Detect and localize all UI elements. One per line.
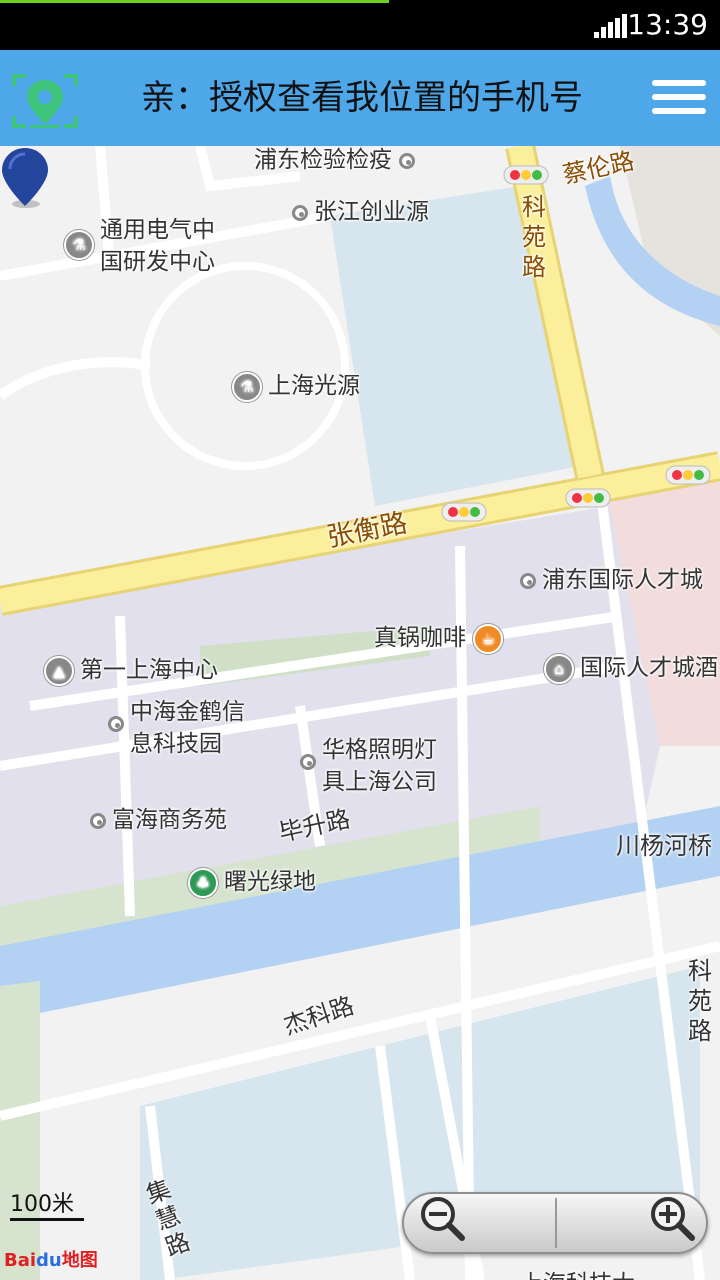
- poi-label[interactable]: ⚗ 上海光源: [232, 366, 360, 402]
- poi-label[interactable]: 浦东检验检疫: [254, 146, 421, 174]
- poi-name: 曙光绿地: [224, 869, 316, 895]
- clock: 13:39: [627, 8, 708, 41]
- baidu-map-logo: Baidu地图: [4, 1246, 98, 1272]
- poi-dot-icon: [108, 716, 124, 732]
- map-scale-bar: [10, 1218, 84, 1221]
- poi-dot-icon: [399, 152, 416, 169]
- poi-name: 浦东国际人才城: [542, 567, 703, 593]
- poi-name: 真锅咖啡: [374, 625, 466, 651]
- poi-label[interactable]: ⌂ 国际人才城酒: [544, 648, 718, 684]
- poi-name: 华格照明灯 具上海公司: [322, 737, 437, 795]
- zoom-out-button[interactable]: [418, 1194, 466, 1242]
- poi-label[interactable]: ▲ 第一上海中心: [44, 650, 218, 686]
- signal-strength-icon: [594, 14, 627, 38]
- poi-name: 国际人才城酒: [580, 655, 718, 681]
- status-bar: 13:39: [0, 0, 720, 50]
- app-bar: 亲：授权查看我位置的手机号: [0, 50, 720, 146]
- map-scale-label: 100米: [10, 1192, 74, 1217]
- poi-label[interactable]: ⚗通用电气中 国研发中心: [64, 214, 215, 278]
- building-icon: ▲: [44, 655, 74, 686]
- road-label: 科苑路: [522, 193, 546, 281]
- traffic-light-icon: [503, 165, 549, 185]
- traffic-light-icon: [665, 465, 711, 485]
- poi-name: 通用电气中 国研发中心: [100, 217, 215, 275]
- poi-label[interactable]: 富海商务苑: [90, 800, 227, 834]
- loading-progress-bar: [0, 0, 389, 3]
- logo-suffix: 地图: [61, 1250, 98, 1271]
- poi-name: 上海光源: [268, 373, 360, 399]
- poi-name: 中海金鹤信 息科技园: [130, 699, 245, 757]
- zoom-control: [402, 1192, 708, 1254]
- poi-label[interactable]: 上海科技大: [520, 1264, 635, 1280]
- poi-label[interactable]: 真锅咖啡 ☕: [374, 618, 509, 654]
- coffee-icon: ☕: [473, 623, 504, 654]
- hamburger-line: [652, 80, 706, 86]
- poi-name: 上海科技大: [520, 1271, 635, 1280]
- poi-dot-icon: [90, 812, 106, 829]
- poi-label[interactable]: 华格照明灯 具上海公司: [300, 734, 437, 798]
- current-location-pin-icon[interactable]: [0, 146, 50, 210]
- poi-label[interactable]: 浦东国际人才城: [520, 560, 703, 594]
- poi-name: 张江创业源: [314, 199, 429, 225]
- location-scan-icon[interactable]: [12, 72, 78, 130]
- poi-label[interactable]: 中海金鹤信 息科技园: [108, 696, 245, 760]
- poi-name: 富海商务苑: [112, 807, 227, 833]
- poi-name: 浦东检验检疫: [254, 147, 392, 173]
- zoom-separator: [555, 1198, 557, 1248]
- hotel-icon: ⌂: [544, 653, 574, 684]
- logo-du: du: [36, 1250, 62, 1271]
- menu-button[interactable]: [652, 80, 706, 120]
- park-icon: ♣: [188, 867, 218, 898]
- poi-dot-icon: [292, 204, 308, 221]
- road-label: 科苑路: [688, 957, 712, 1045]
- logo-brand: Bai: [4, 1250, 37, 1271]
- bridge-label: 川杨河桥: [616, 832, 712, 860]
- poi-name: 第一上海中心: [80, 657, 218, 683]
- page-title: 亲：授权查看我位置的手机号: [141, 78, 583, 118]
- traffic-light-icon: [441, 502, 487, 522]
- research-icon: ⚗: [232, 371, 262, 402]
- poi-label[interactable]: 张江创业源: [292, 192, 429, 226]
- research-icon: ⚗: [64, 230, 94, 260]
- zoom-in-button[interactable]: [648, 1194, 696, 1242]
- traffic-light-icon: [565, 488, 611, 508]
- hamburger-line: [652, 108, 706, 114]
- poi-label[interactable]: ♣ 曙光绿地: [188, 862, 316, 898]
- poi-dot-icon: [520, 572, 536, 589]
- poi-dot-icon: [300, 754, 316, 770]
- map-view[interactable]: 张衡路 科苑路 科苑路 蔡伦路 毕升路 杰科路 集慧路 川杨河桥 浦东检验检疫 …: [0, 146, 720, 1280]
- hamburger-line: [652, 94, 706, 100]
